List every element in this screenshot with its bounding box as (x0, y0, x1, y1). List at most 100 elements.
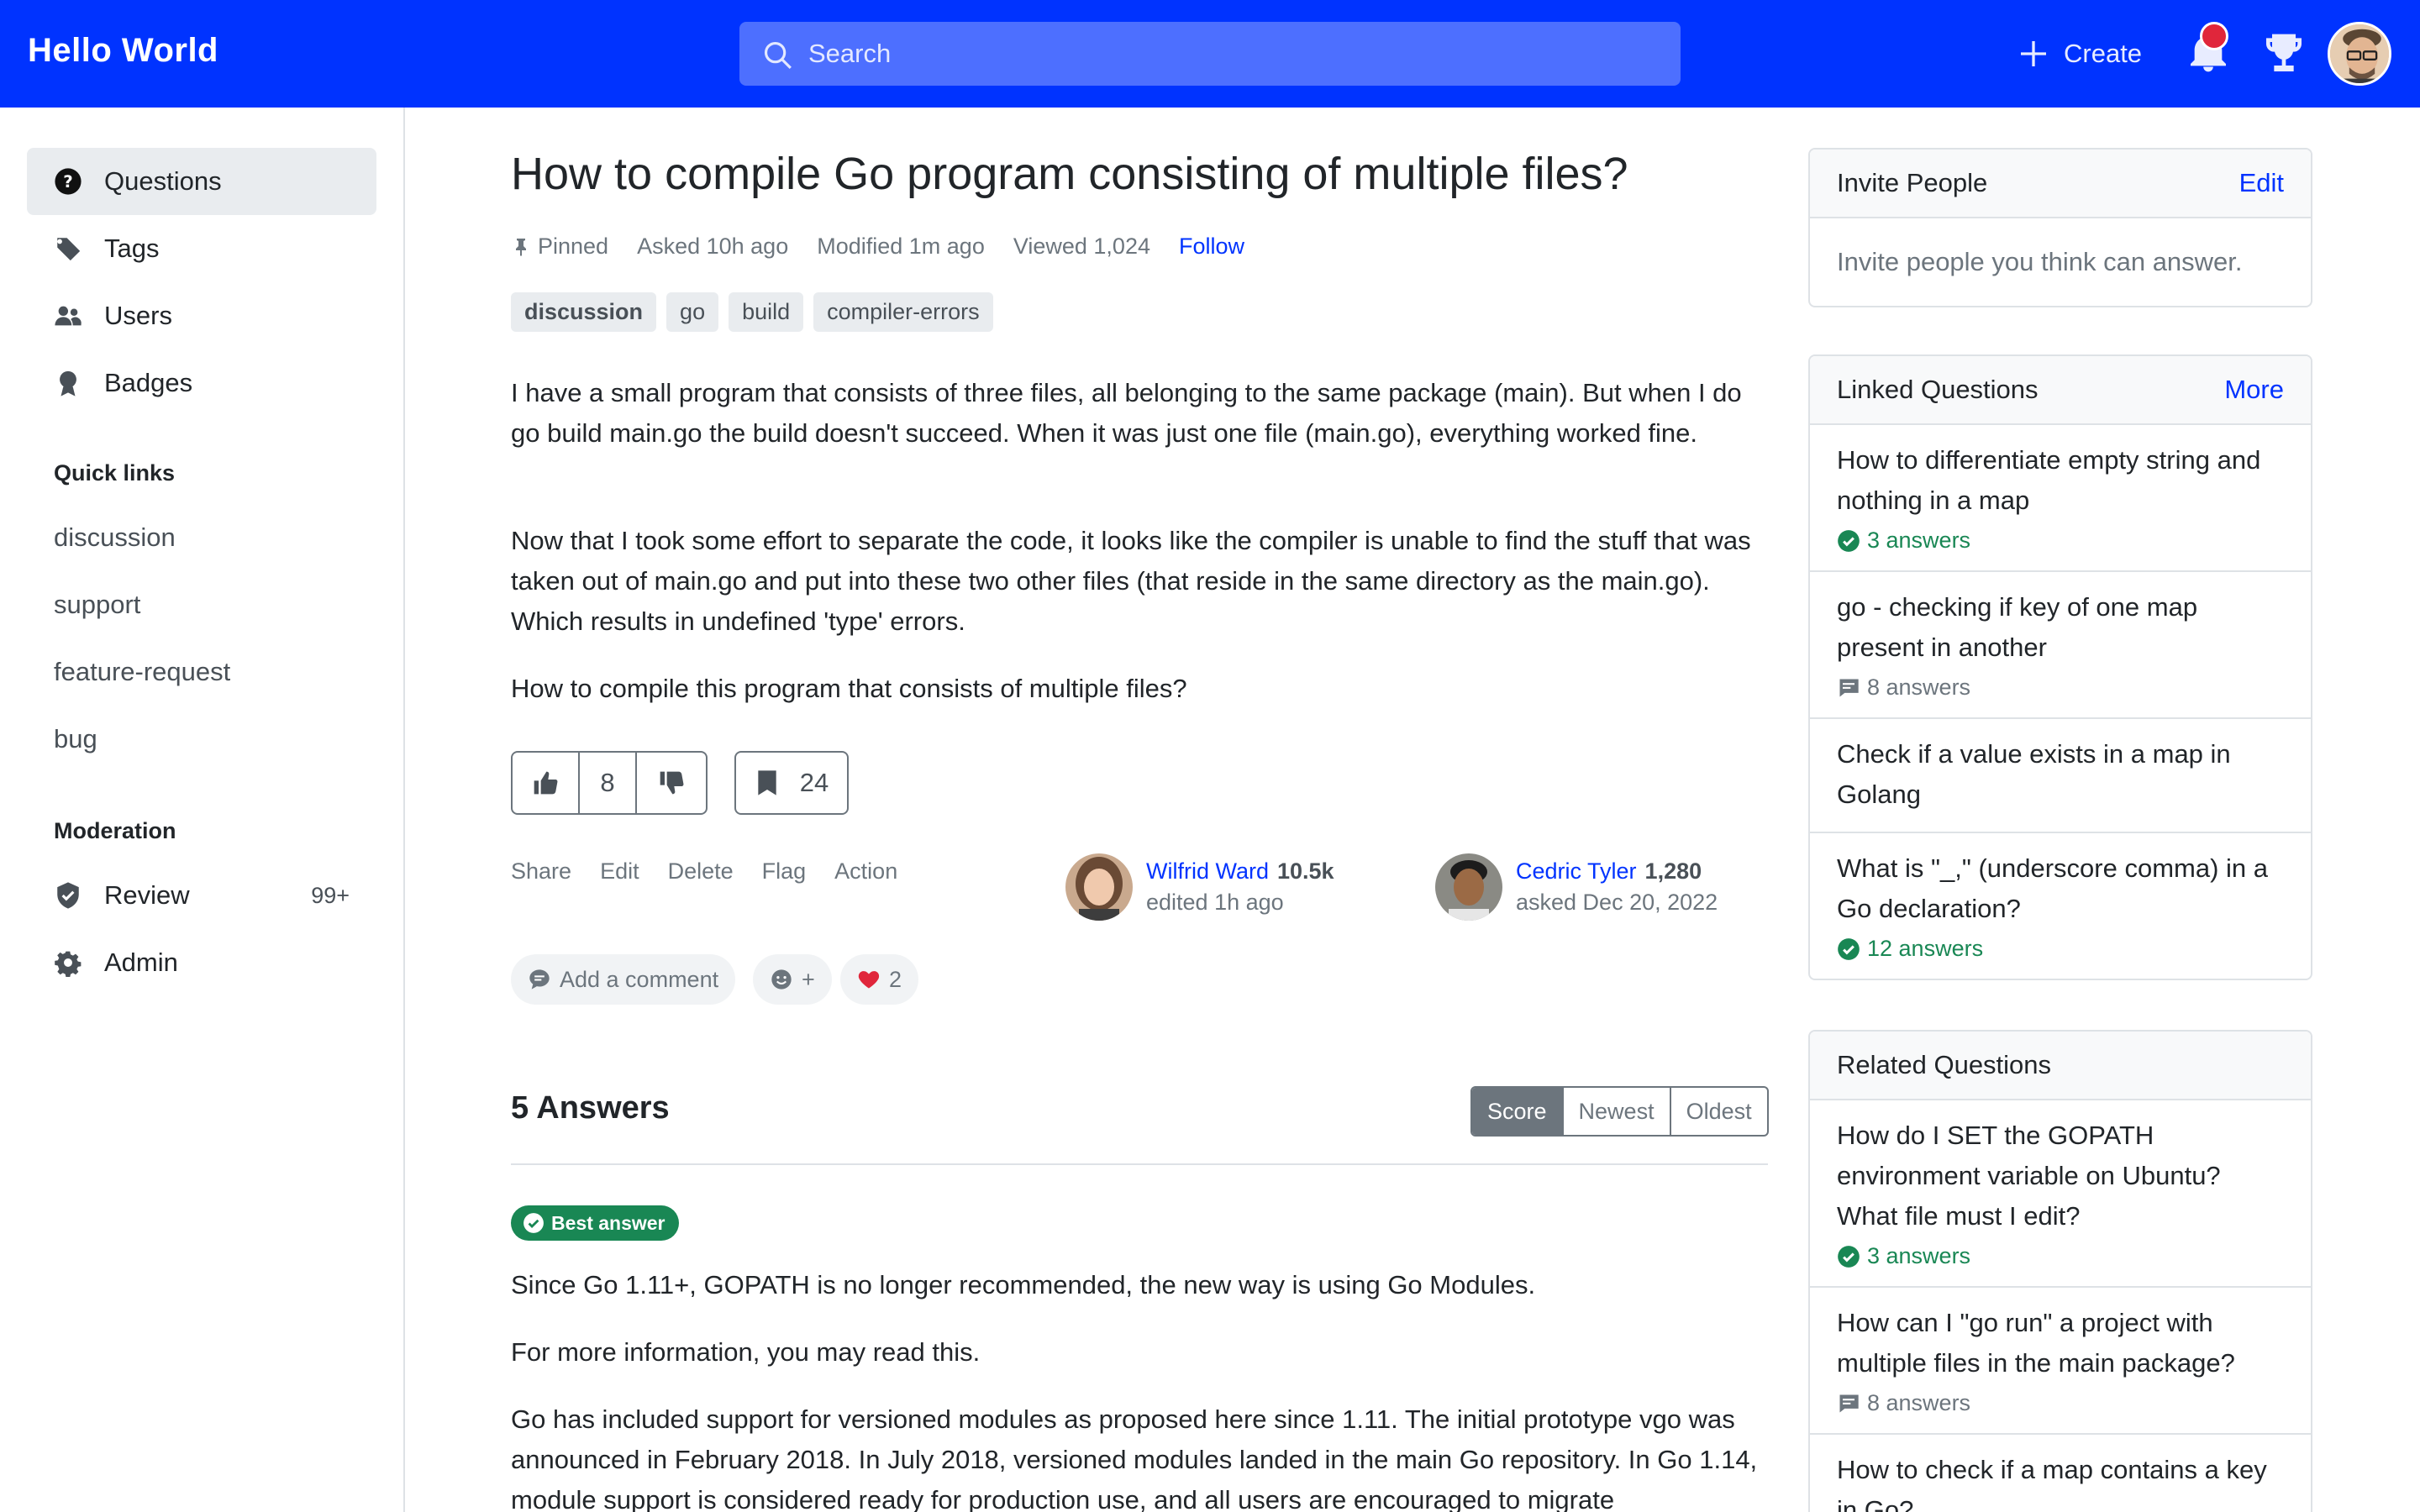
answers-divider (511, 1163, 1768, 1165)
related-question-title[interactable]: How to check if a map contains a key in … (1837, 1450, 2284, 1512)
question-body-paragraph: How to compile this program that consist… (511, 674, 1187, 703)
vote-count: 8 (580, 753, 637, 813)
sidebar-item-review[interactable]: Review 99+ (27, 862, 376, 929)
upvote-button[interactable] (513, 753, 580, 813)
tag-icon (55, 238, 81, 261)
add-comment-button[interactable]: Add a comment (511, 954, 736, 1005)
trophy-icon[interactable] (2260, 30, 2307, 77)
asked-time: Asked 10h ago (637, 234, 789, 259)
quick-link-support[interactable]: support (54, 590, 140, 620)
question-circle-icon: ? (55, 168, 82, 195)
user-avatar[interactable] (2328, 22, 2391, 86)
question-meta: Pinned Asked 10h ago Modified 1m ago Vie… (511, 234, 1244, 260)
linked-more-link[interactable]: More (2224, 375, 2284, 405)
share-link[interactable]: Share (511, 858, 571, 885)
linked-questions-card: Linked Questions More How to differentia… (1808, 354, 2312, 980)
sort-score-button[interactable]: Score (1472, 1088, 1562, 1135)
linked-question-item[interactable]: Check if a value exists in a map in Gola… (1810, 719, 2311, 833)
brand-logo[interactable]: Hello World (28, 32, 218, 70)
heart-reaction-button[interactable]: 2 (840, 954, 919, 1005)
smiley-icon (771, 969, 792, 990)
question-title[interactable]: How to compile Go program consisting of … (511, 148, 1628, 200)
delete-link[interactable]: Delete (668, 858, 734, 885)
linked-question-title[interactable]: How to differentiate empty string and no… (1837, 440, 2284, 521)
create-button[interactable]: Create (2017, 32, 2142, 76)
related-question-title[interactable]: How do I SET the GOPATH environment vari… (1837, 1116, 2284, 1236)
search-box[interactable] (739, 22, 1681, 86)
author-reputation: 1,280 (1644, 858, 1702, 884)
bookmark-count: 24 (799, 768, 829, 797)
linked-card-header: Linked Questions More (1810, 356, 2311, 425)
check-circle-icon (1838, 1245, 1860, 1268)
related-question-item[interactable]: How do I SET the GOPATH environment vari… (1810, 1100, 2311, 1288)
flag-link[interactable]: Flag (762, 858, 807, 885)
tag-compiler-errors[interactable]: compiler-errors (813, 292, 993, 332)
answer-count-label: 8 answers (1867, 675, 1971, 700)
bookmark-button[interactable]: 24 (734, 751, 849, 815)
answer-count: 12 answers (1837, 936, 2284, 962)
author-info: Cedric Tyler 1,280 asked Dec 20, 2022 (1516, 858, 1718, 916)
linked-question-item[interactable]: go - checking if key of one map present … (1810, 572, 2311, 719)
answer-count-label: 3 answers (1867, 1243, 1971, 1268)
answer-count: 8 answers (1837, 675, 2284, 701)
thumbs-up-icon (534, 771, 558, 795)
editor-card: Wilfrid Ward 10.5k edited 1h ago (1065, 853, 1334, 921)
follow-link[interactable]: Follow (1179, 234, 1244, 260)
linked-question-title[interactable]: What is "_," (underscore comma) in a Go … (1837, 848, 2284, 929)
question-body-paragraph: Now that I took some effort to separate … (511, 526, 1751, 636)
sidebar-item-admin[interactable]: Admin (27, 929, 376, 996)
tag-discussion[interactable]: discussion (511, 292, 657, 332)
sort-oldest-button[interactable]: Oldest (1669, 1088, 1767, 1135)
question-actions: Share Edit Delete Flag Action (511, 858, 897, 885)
check-circle-icon (1838, 529, 1860, 552)
create-label: Create (2064, 39, 2143, 68)
pin-icon (516, 238, 526, 256)
asked-date: asked Dec 20, 2022 (1516, 890, 1718, 915)
plus-icon (2021, 41, 2046, 66)
answer-body-paragraph: Go has included support for versioned mo… (511, 1404, 1758, 1512)
sidebar-item-tags[interactable]: Tags (27, 215, 376, 282)
svg-text:?: ? (63, 172, 73, 192)
tag-go[interactable]: go (666, 292, 719, 332)
invite-people-card: Invite People Edit Invite people you thi… (1808, 148, 2312, 307)
quick-link-discussion[interactable]: discussion (54, 522, 176, 553)
comment-icon (1839, 679, 1859, 696)
action-link[interactable]: Action (834, 858, 897, 885)
sidebar-item-label: Questions (104, 166, 222, 196)
sidebar-item-label: Review (104, 880, 190, 910)
add-reaction-button[interactable]: + (753, 954, 832, 1005)
search-input[interactable] (808, 22, 1649, 86)
sidebar-item-badges[interactable]: Badges (27, 349, 376, 417)
question-tags: discussion go build compiler-errors (511, 292, 993, 332)
related-question-title[interactable]: How can I "go run" a project with multip… (1837, 1303, 2284, 1383)
question-body-paragraph: I have a small program that consists of … (511, 378, 1742, 448)
author-name[interactable]: Cedric Tyler (1516, 858, 1637, 884)
related-questions-card: Related Questions How do I SET the GOPAT… (1808, 1030, 2312, 1512)
tag-build[interactable]: build (729, 292, 804, 332)
linked-question-item[interactable]: What is "_," (underscore comma) in a Go … (1810, 833, 2311, 979)
linked-question-title[interactable]: Check if a value exists in a map in Gola… (1837, 734, 2284, 815)
avatar[interactable] (1065, 853, 1133, 921)
editor-name[interactable]: Wilfrid Ward (1146, 858, 1269, 884)
quick-link-bug[interactable]: bug (54, 724, 97, 754)
invite-edit-link[interactable]: Edit (2239, 168, 2284, 198)
left-sidebar: ? Questions Tags Users Badges Quick link… (0, 108, 405, 1512)
answer-count: 3 answers (1837, 1243, 2284, 1269)
modified-time: Modified 1m ago (817, 234, 985, 259)
quick-links-heading: Quick links (54, 460, 176, 486)
sidebar-item-users[interactable]: Users (27, 282, 376, 349)
author-avatar-image (1435, 853, 1502, 921)
downvote-button[interactable] (637, 753, 706, 813)
top-navbar: Hello World Create (0, 0, 2420, 108)
avatar[interactable] (1435, 853, 1502, 921)
related-question-item[interactable]: How to check if a map contains a key in … (1810, 1435, 2311, 1512)
edit-link[interactable]: Edit (600, 858, 639, 885)
related-question-item[interactable]: How can I "go run" a project with multip… (1810, 1288, 2311, 1435)
sort-newest-button[interactable]: Newest (1561, 1088, 1670, 1135)
sidebar-item-questions[interactable]: ? Questions (27, 148, 376, 215)
answer-sort-toggle: Score Newest Oldest (1470, 1086, 1769, 1137)
quick-link-feature-request[interactable]: feature-request (54, 657, 230, 687)
linked-question-title[interactable]: go - checking if key of one map present … (1837, 587, 2284, 668)
add-reaction-label: + (802, 966, 815, 992)
linked-question-item[interactable]: How to differentiate empty string and no… (1810, 425, 2311, 572)
